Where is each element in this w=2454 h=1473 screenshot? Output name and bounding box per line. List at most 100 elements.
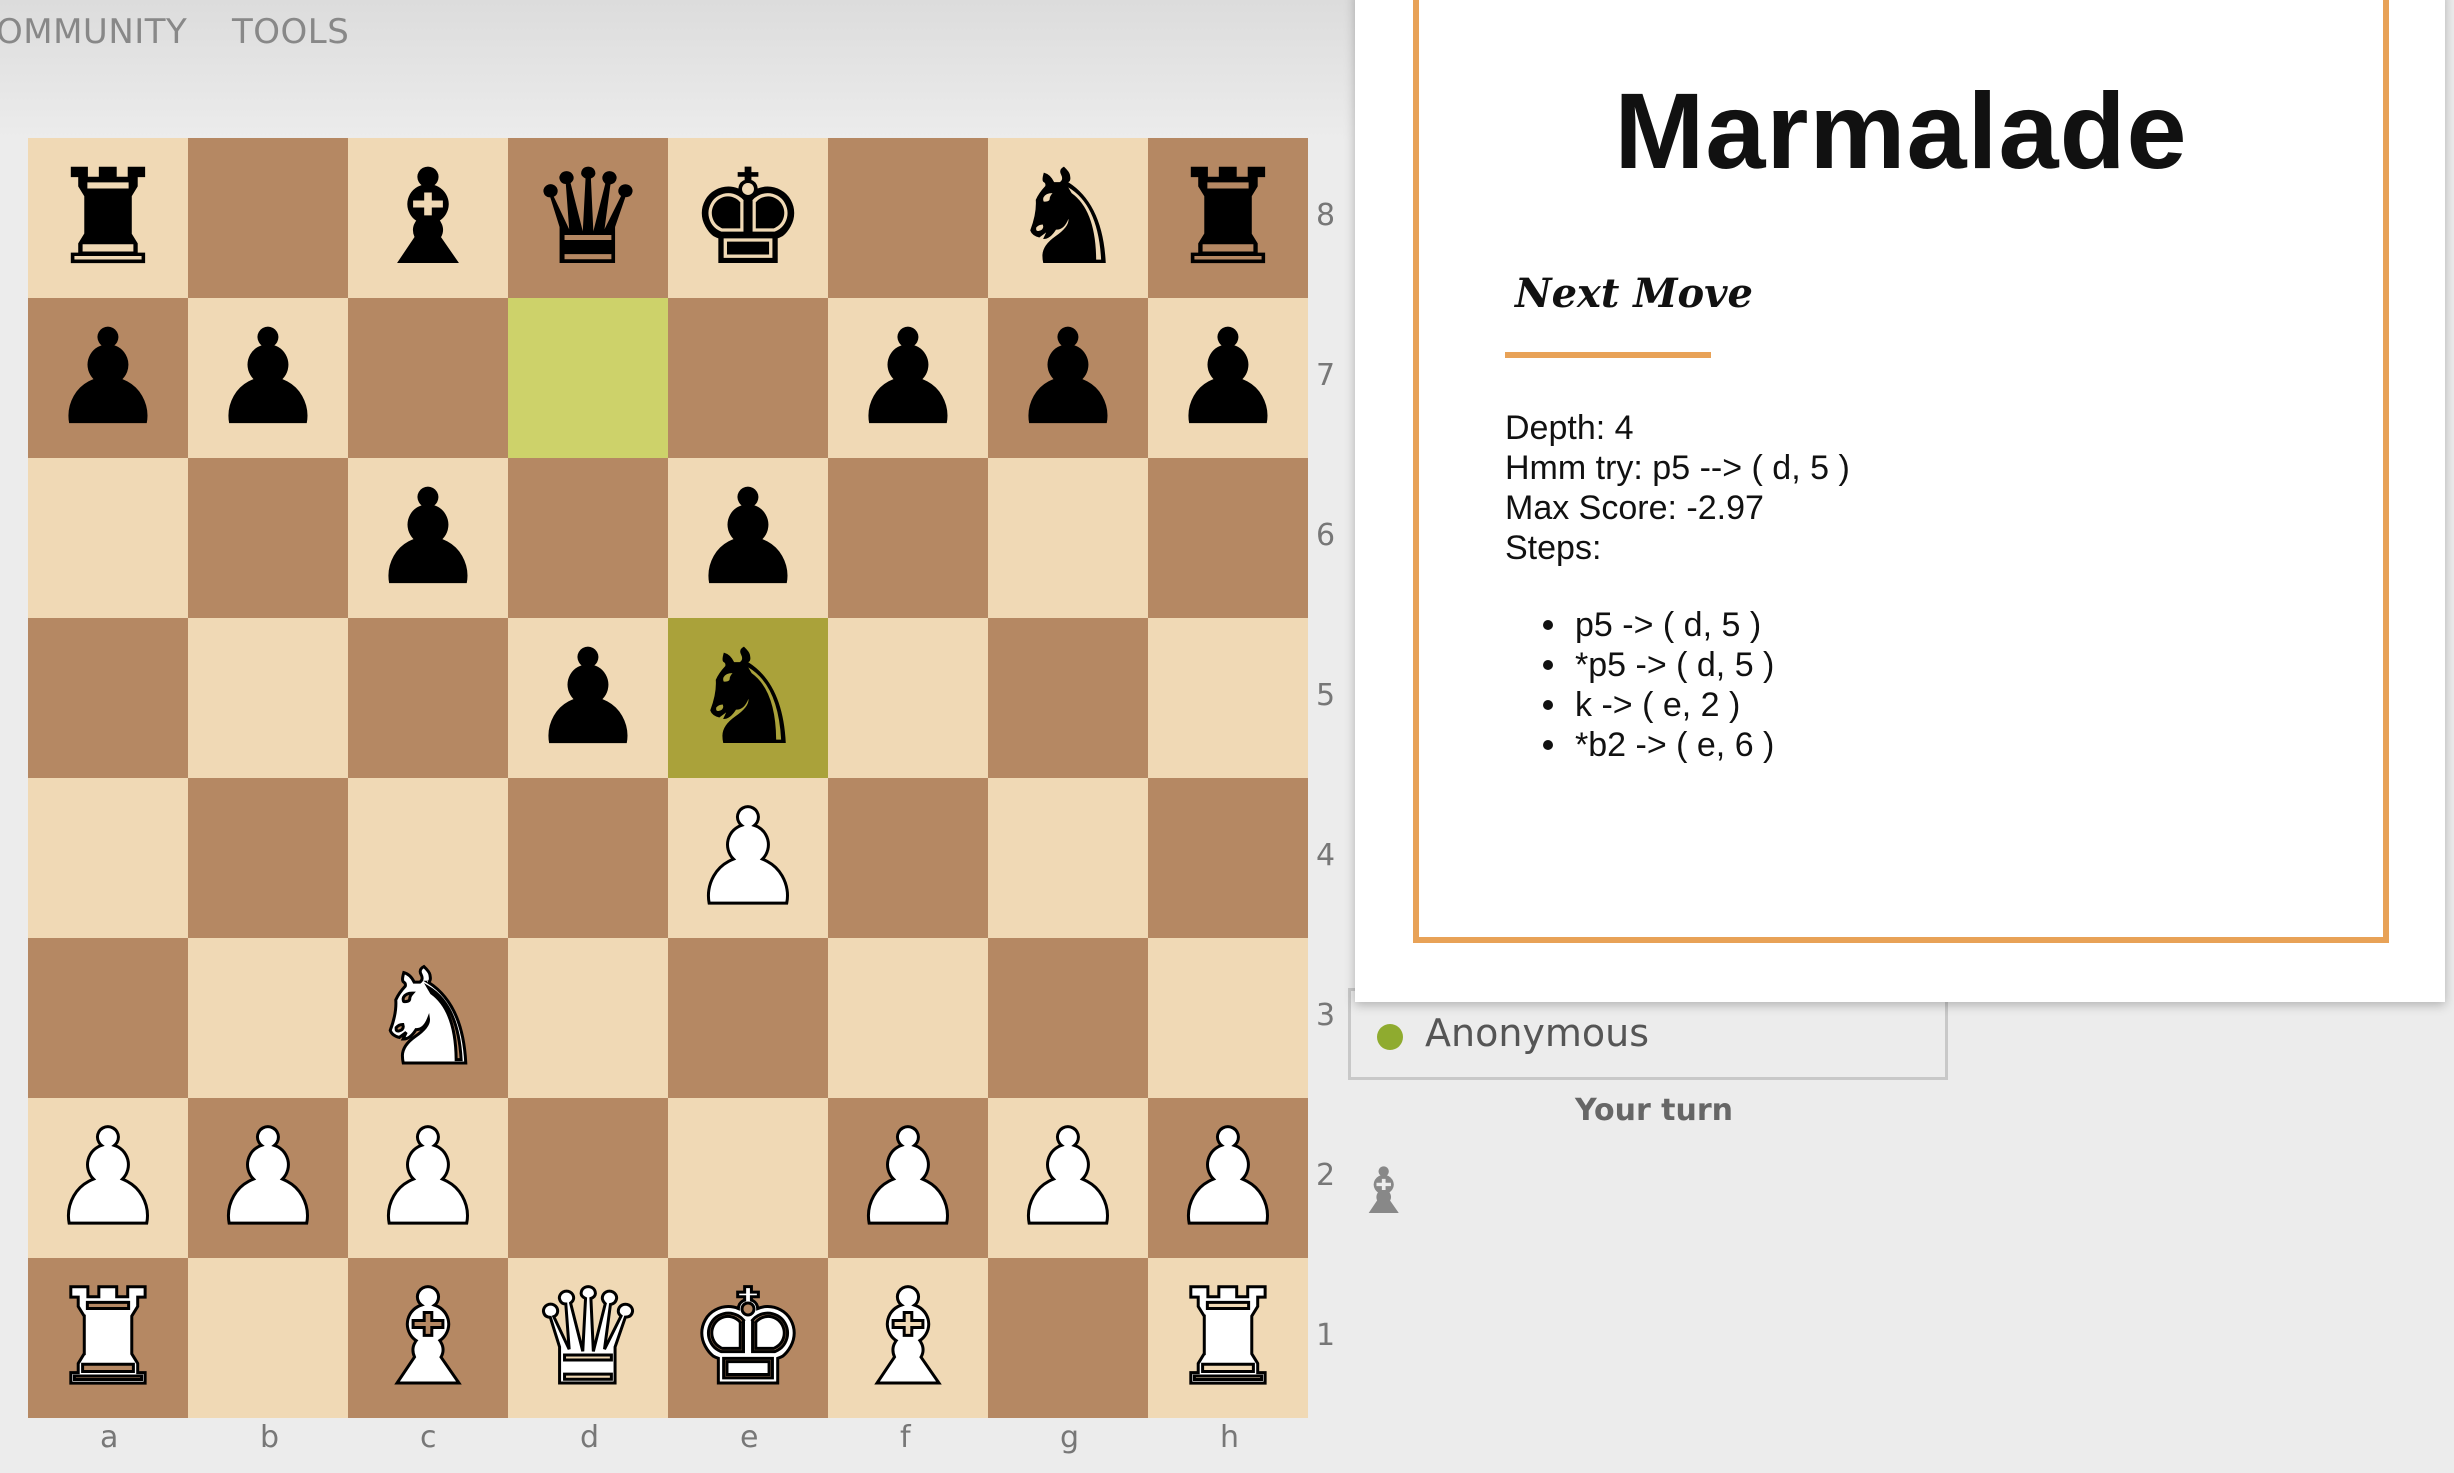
square-h7[interactable]: ♟: [1148, 298, 1308, 458]
steps-list: p5 -> ( d, 5 ) *p5 -> ( d, 5 ) k -> ( e,…: [1537, 605, 1774, 765]
black-queen-icon[interactable]: ♛: [508, 138, 668, 298]
black-knight-icon[interactable]: ♞: [668, 618, 828, 778]
black-king-icon[interactable]: ♚: [668, 138, 828, 298]
square-h1[interactable]: ♜: [1148, 1258, 1308, 1418]
black-pawn-icon[interactable]: ♟: [28, 298, 188, 458]
black-pawn-icon[interactable]: ♟: [828, 298, 988, 458]
white-king-icon[interactable]: ♚: [668, 1258, 828, 1418]
white-pawn-icon[interactable]: ♟: [28, 1098, 188, 1258]
square-b5[interactable]: [188, 618, 348, 778]
square-e8[interactable]: ♚: [668, 138, 828, 298]
white-pawn-icon[interactable]: ♟: [1148, 1098, 1308, 1258]
square-h8[interactable]: ♜: [1148, 138, 1308, 298]
nav-item-tools[interactable]: TOOLS: [232, 12, 349, 52]
square-h4[interactable]: [1148, 778, 1308, 938]
square-d4[interactable]: [508, 778, 668, 938]
square-e6[interactable]: ♟: [668, 458, 828, 618]
square-a3[interactable]: [28, 938, 188, 1098]
square-a7[interactable]: ♟: [28, 298, 188, 458]
chess-board[interactable]: ♜ ♝ ♛ ♚ ♞ ♜ ♟ ♟ ♟ ♟ ♟ ♟ ♟ ♟ ♞ ♟ ♞ ♟ ♟ ♟ ♟ ♟ ♟ ♜ ♝ ♛ ♚ ♝ ♜: [28, 138, 1308, 1418]
square-a8[interactable]: ♜: [28, 138, 188, 298]
square-d5[interactable]: ♟: [508, 618, 668, 778]
square-f6[interactable]: [828, 458, 988, 618]
square-d6[interactable]: [508, 458, 668, 618]
black-pawn-icon[interactable]: ♟: [188, 298, 348, 458]
square-h6[interactable]: [1148, 458, 1308, 618]
square-g6[interactable]: [988, 458, 1148, 618]
nav-item-community[interactable]: OMMUNITY: [0, 12, 187, 52]
step-item: *p5 -> ( d, 5 ): [1537, 645, 1774, 685]
square-d8[interactable]: ♛: [508, 138, 668, 298]
file-label: a: [100, 1420, 119, 1455]
white-rook-icon[interactable]: ♜: [28, 1258, 188, 1418]
square-b7[interactable]: ♟: [188, 298, 348, 458]
white-bishop-icon[interactable]: ♝: [828, 1258, 988, 1418]
white-pawn-icon[interactable]: ♟: [348, 1098, 508, 1258]
square-b2[interactable]: ♟: [188, 1098, 348, 1258]
black-pawn-icon[interactable]: ♟: [1148, 298, 1308, 458]
square-g8[interactable]: ♞: [988, 138, 1148, 298]
black-pawn-icon[interactable]: ♟: [508, 618, 668, 778]
square-f7[interactable]: ♟: [828, 298, 988, 458]
square-f3[interactable]: [828, 938, 988, 1098]
square-b3[interactable]: [188, 938, 348, 1098]
white-knight-icon[interactable]: ♞: [348, 938, 508, 1098]
square-e1[interactable]: ♚: [668, 1258, 828, 1418]
square-e3[interactable]: [668, 938, 828, 1098]
square-e4[interactable]: ♟: [668, 778, 828, 938]
square-c1[interactable]: ♝: [348, 1258, 508, 1418]
black-rook-icon[interactable]: ♜: [1148, 138, 1308, 298]
square-c2[interactable]: ♟: [348, 1098, 508, 1258]
black-pawn-icon[interactable]: ♟: [348, 458, 508, 618]
square-g1[interactable]: [988, 1258, 1148, 1418]
square-b6[interactable]: [188, 458, 348, 618]
square-a5[interactable]: [28, 618, 188, 778]
white-pawn-icon[interactable]: ♟: [188, 1098, 348, 1258]
square-c7[interactable]: [348, 298, 508, 458]
square-c6[interactable]: ♟: [348, 458, 508, 618]
square-e7[interactable]: [668, 298, 828, 458]
square-g4[interactable]: [988, 778, 1148, 938]
square-f1[interactable]: ♝: [828, 1258, 988, 1418]
square-c5[interactable]: [348, 618, 508, 778]
white-queen-icon[interactable]: ♛: [508, 1258, 668, 1418]
black-rook-icon[interactable]: ♜: [28, 138, 188, 298]
white-pawn-icon[interactable]: ♟: [668, 778, 828, 938]
square-a4[interactable]: [28, 778, 188, 938]
square-g3[interactable]: [988, 938, 1148, 1098]
engine-info: Depth: 4 Hmm try: p5 --> ( d, 5 ) Max Sc…: [1505, 408, 1850, 568]
square-b1[interactable]: [188, 1258, 348, 1418]
black-bishop-icon[interactable]: ♝: [348, 138, 508, 298]
square-b4[interactable]: [188, 778, 348, 938]
white-pawn-icon[interactable]: ♟: [828, 1098, 988, 1258]
square-f8[interactable]: [828, 138, 988, 298]
square-f5[interactable]: [828, 618, 988, 778]
black-knight-icon[interactable]: ♞: [988, 138, 1148, 298]
square-d2[interactable]: [508, 1098, 668, 1258]
black-pawn-icon[interactable]: ♟: [668, 458, 828, 618]
square-c8[interactable]: ♝: [348, 138, 508, 298]
square-a1[interactable]: ♜: [28, 1258, 188, 1418]
square-e5[interactable]: ♞: [668, 618, 828, 778]
square-h3[interactable]: [1148, 938, 1308, 1098]
square-c4[interactable]: [348, 778, 508, 938]
square-h2[interactable]: ♟: [1148, 1098, 1308, 1258]
square-e2[interactable]: [668, 1098, 828, 1258]
square-b8[interactable]: [188, 138, 348, 298]
square-a6[interactable]: [28, 458, 188, 618]
square-h5[interactable]: [1148, 618, 1308, 778]
square-a2[interactable]: ♟: [28, 1098, 188, 1258]
square-d3[interactable]: [508, 938, 668, 1098]
white-rook-icon[interactable]: ♜: [1148, 1258, 1308, 1418]
square-f2[interactable]: ♟: [828, 1098, 988, 1258]
square-d1[interactable]: ♛: [508, 1258, 668, 1418]
square-d7[interactable]: [508, 298, 668, 458]
square-c3[interactable]: ♞: [348, 938, 508, 1098]
square-g5[interactable]: [988, 618, 1148, 778]
white-pawn-icon[interactable]: ♟: [988, 1098, 1148, 1258]
square-f4[interactable]: [828, 778, 988, 938]
white-bishop-icon[interactable]: ♝: [348, 1258, 508, 1418]
black-pawn-icon[interactable]: ♟: [988, 298, 1148, 458]
square-g7[interactable]: ♟: [988, 298, 1148, 458]
square-g2[interactable]: ♟: [988, 1098, 1148, 1258]
